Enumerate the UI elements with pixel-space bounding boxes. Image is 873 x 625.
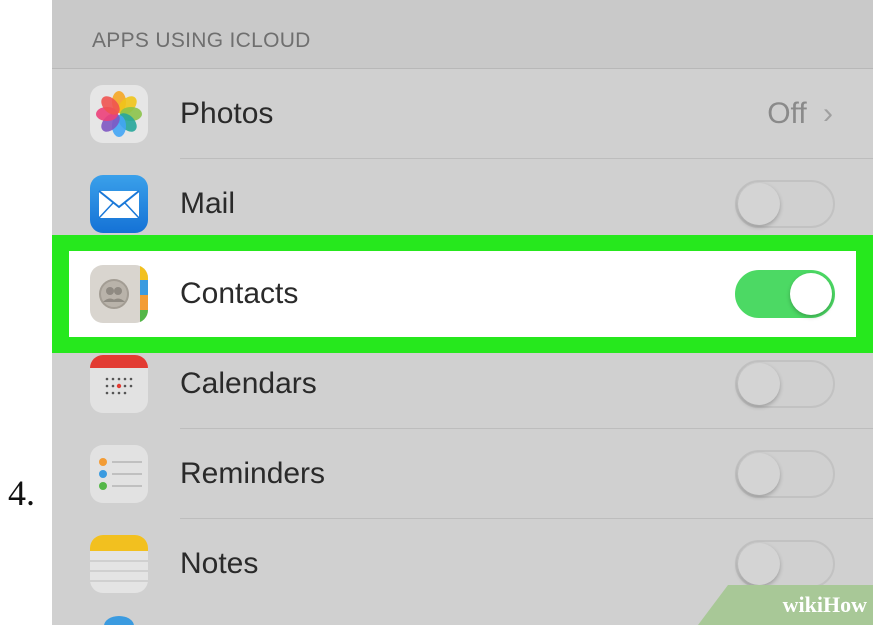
contacts-toggle[interactable] bbox=[735, 270, 835, 318]
reminders-toggle[interactable] bbox=[735, 450, 835, 498]
contacts-icon bbox=[90, 265, 148, 323]
row-label: Mail bbox=[180, 187, 236, 220]
toggle-knob bbox=[738, 363, 780, 405]
section-header-label: APPS USING ICLOUD bbox=[92, 29, 311, 52]
row-reminders: Reminders bbox=[52, 429, 873, 519]
next-app-icon bbox=[104, 616, 134, 625]
watermark-text: wikiHow bbox=[782, 592, 867, 617]
step-number: 4. bbox=[8, 473, 35, 513]
row-label: Photos bbox=[180, 97, 274, 130]
reminders-icon bbox=[90, 445, 148, 503]
toggle-knob bbox=[738, 453, 780, 495]
toggle-knob bbox=[738, 183, 780, 225]
photos-icon bbox=[90, 85, 148, 143]
calendar-icon bbox=[90, 355, 148, 413]
notes-icon bbox=[90, 535, 148, 593]
calendars-toggle[interactable] bbox=[735, 360, 835, 408]
photos-value: Off › bbox=[767, 97, 833, 131]
row-contacts: Contacts bbox=[69, 251, 856, 337]
row-photos[interactable]: Photos Off › bbox=[52, 69, 873, 159]
row-label: Notes bbox=[180, 547, 259, 580]
row-label: Reminders bbox=[180, 457, 326, 490]
section-header: APPS USING ICLOUD bbox=[52, 0, 873, 69]
contacts-highlight: Contacts bbox=[52, 235, 873, 353]
photos-value-text: Off bbox=[767, 97, 807, 130]
row-label: Calendars bbox=[180, 367, 317, 400]
toggle-knob bbox=[738, 543, 780, 585]
mail-icon bbox=[90, 175, 148, 233]
wikihow-watermark: wikiHow bbox=[698, 585, 873, 625]
notes-toggle[interactable] bbox=[735, 540, 835, 588]
mail-toggle[interactable] bbox=[735, 180, 835, 228]
chevron-right-icon: › bbox=[823, 97, 833, 130]
row-label: Contacts bbox=[180, 277, 299, 310]
toggle-knob bbox=[790, 273, 832, 315]
